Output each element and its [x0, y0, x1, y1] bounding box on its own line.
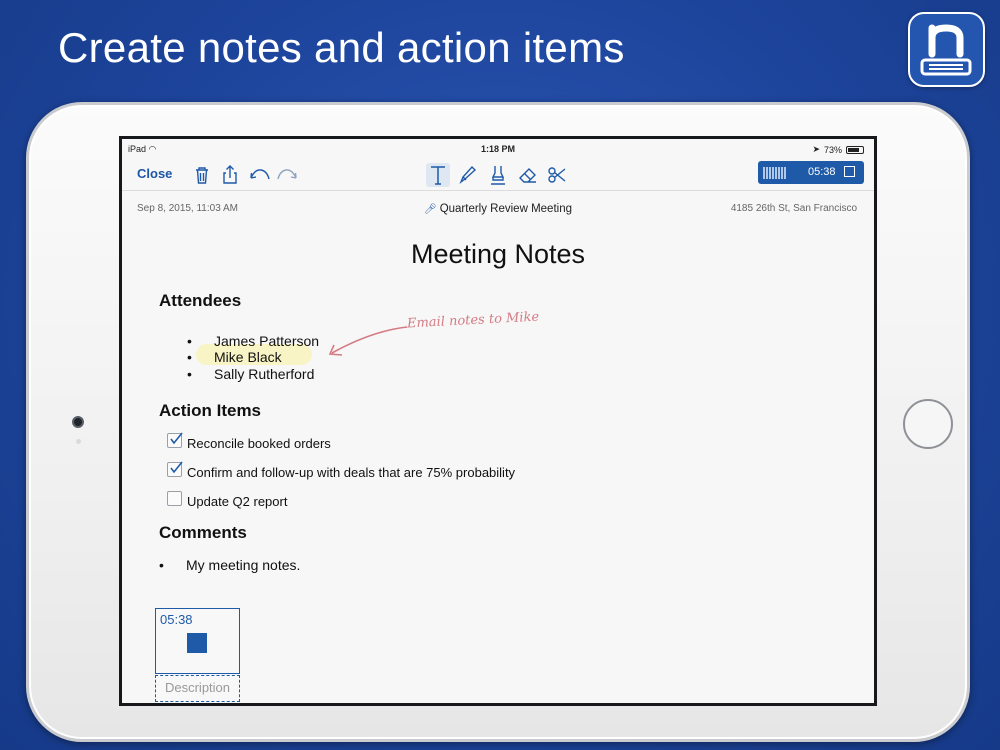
location-icon: ➤	[812, 144, 820, 154]
handwritten-annotation: Email notes to Mike	[406, 309, 540, 332]
checkbox[interactable]	[167, 432, 183, 448]
share-icon[interactable]	[218, 163, 242, 187]
sensor-dot	[76, 439, 81, 444]
checkbox[interactable]	[167, 491, 182, 506]
status-bar: iPad ◠ 1:18 PM ➤ 73%	[122, 139, 874, 159]
status-right: ➤ 73%	[812, 144, 864, 155]
eraser-tool-icon[interactable]	[516, 163, 540, 187]
note-location: 4185 26th St, San Francisco	[730, 203, 857, 214]
recorder-time: 05:38	[808, 166, 836, 178]
checkmark-icon	[170, 432, 183, 445]
waveform-icon	[763, 167, 787, 179]
undo-icon[interactable]	[247, 163, 271, 187]
stop-icon[interactable]	[187, 633, 207, 653]
audio-recorder-widget[interactable]: 05:38	[758, 161, 864, 184]
close-button[interactable]: Close	[137, 166, 172, 181]
scissors-tool-icon[interactable]	[545, 163, 569, 187]
attendees-heading: Attendees	[159, 291, 242, 310]
checkmark-icon	[170, 461, 183, 474]
app-screen: iPad ◠ 1:18 PM ➤ 73% Close 05:38 Sep 8, …	[119, 136, 877, 706]
audio-clip-card[interactable]: 05:38	[155, 608, 240, 674]
pen-tool-icon[interactable]	[456, 163, 480, 187]
stop-icon[interactable]	[844, 166, 855, 177]
microphone-icon: 🎤︎	[423, 204, 437, 215]
battery-percent: 73%	[823, 144, 842, 155]
home-button[interactable]	[903, 399, 953, 449]
trash-icon[interactable]	[190, 163, 214, 187]
app-logo-icon	[908, 12, 985, 87]
note-title: Meeting Notes	[410, 239, 586, 269]
toolbar: Close 05:38	[122, 159, 874, 191]
highlighter-tool-icon[interactable]	[486, 163, 510, 187]
checkbox[interactable]	[167, 461, 183, 477]
text-tool-icon[interactable]	[426, 163, 450, 187]
headline: Create notes and action items	[58, 24, 625, 71]
ink-arrow	[328, 326, 408, 356]
action-items-heading: Action Items	[159, 401, 262, 420]
audio-description-field[interactable]: Description	[155, 675, 240, 702]
audio-clip-time: 05:38	[160, 612, 193, 627]
redo-icon[interactable]	[276, 163, 300, 187]
camera-icon	[72, 416, 84, 428]
status-time: 1:18 PM	[480, 144, 515, 154]
comments-heading: Comments	[159, 523, 247, 542]
battery-icon	[846, 145, 864, 154]
